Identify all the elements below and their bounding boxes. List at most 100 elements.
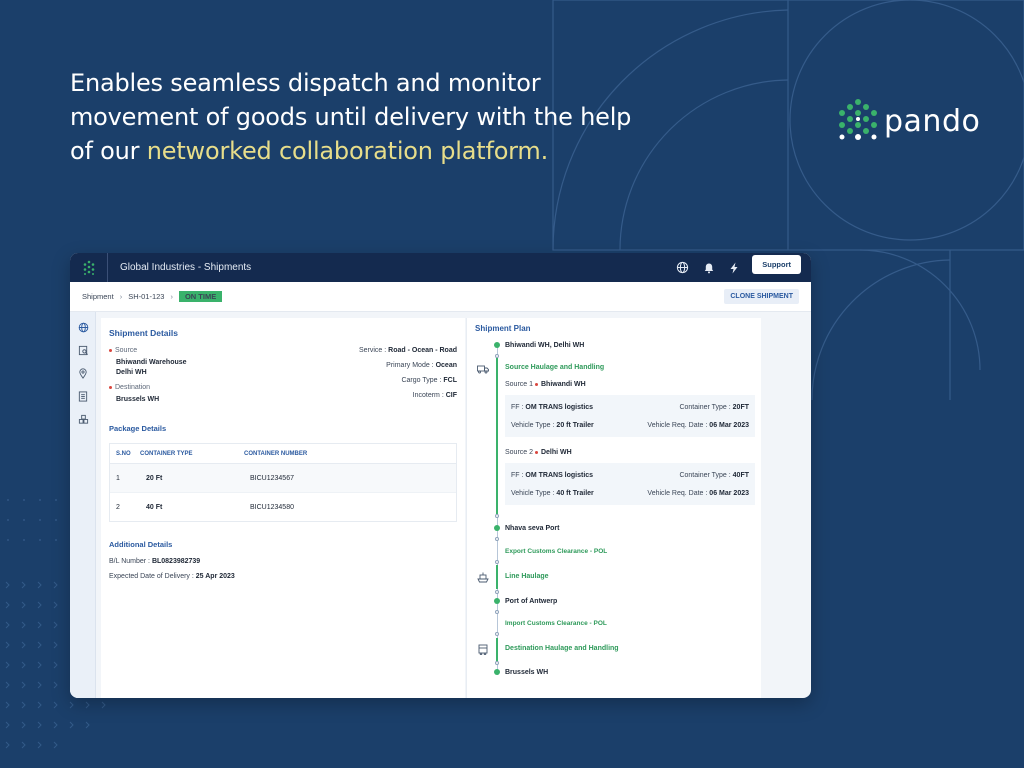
bell-icon[interactable] (703, 262, 715, 274)
breadcrumb-separator-icon: › (170, 292, 173, 301)
timeline-node-hollow (495, 560, 499, 564)
top-bar: Global Industries - Shipments Support (70, 253, 811, 282)
timeline-node-hollow (495, 354, 499, 358)
globe-icon[interactable] (676, 261, 689, 274)
headline: Enables seamless dispatch and monitor mo… (70, 66, 650, 168)
truck-icon (477, 365, 489, 374)
timeline-node (494, 525, 500, 531)
source2-dot-icon (534, 450, 538, 454)
source1-card: FF : OM TRANS logistics Container Type :… (505, 395, 755, 437)
cell-sno: 2 (116, 504, 120, 511)
cell-container-number: BICU1234580 (250, 504, 294, 511)
breadcrumb-shipment-id[interactable]: SH-01-123 (128, 292, 164, 301)
pando-logo: pando (836, 98, 980, 144)
side-rail (70, 312, 96, 698)
card2-vehicle-date: Vehicle Req. Date : 06 Mar 2023 (647, 490, 749, 497)
timeline-node-hollow (495, 661, 499, 665)
source2-row: Source 2 Delhi WH (505, 449, 572, 456)
source-line2: Delhi WH (116, 369, 147, 376)
card2-ff: FF : OM TRANS logistics (511, 472, 594, 479)
incoterm-row: Incoterm : CIF (412, 392, 457, 399)
service-row: Service : Road - Ocean - Road (358, 347, 457, 354)
document-search-icon (78, 345, 88, 355)
table-header: S.NO CONTAINER TYPE CONTAINER NUMBER (110, 444, 456, 464)
destination-dot-icon (109, 385, 112, 389)
rail-item-globe[interactable] (70, 316, 96, 338)
support-button[interactable]: Support (752, 255, 801, 274)
timeline-node (494, 342, 500, 348)
timeline-node (494, 669, 500, 675)
rail-item-location[interactable] (70, 362, 96, 384)
clone-shipment-button[interactable]: CLONE SHIPMENT (724, 289, 799, 304)
card2-vehicle-type: Vehicle Type : 40 ft Trailer (511, 490, 594, 497)
source-dot-icon (109, 348, 112, 352)
rail-item-search[interactable] (70, 339, 96, 361)
edd-row: Expected Date of Delivery : 25 Apr 2023 (109, 573, 235, 580)
timeline-node-hollow (495, 632, 499, 636)
cell-sno: 1 (116, 474, 120, 482)
cargo-type-row: Cargo Type : FCL (401, 377, 457, 384)
column-header: S.NO (116, 450, 131, 457)
source1-row: Source 1 Bhiwandi WH (505, 381, 586, 388)
table-row[interactable]: 1 20 Ft BICU1234567 (110, 464, 456, 493)
breadcrumb-root[interactable]: Shipment (82, 292, 114, 301)
export-customs-link[interactable]: Export Customs Clearance - POL (505, 548, 607, 555)
card2-container-type: Container Type : 40FT (679, 472, 749, 479)
source-line1: Bhiwandi Warehouse (116, 359, 187, 366)
bl-number-row: B/L Number : BL0823982739 (109, 558, 201, 565)
card1-container-type: Container Type : 20FT (679, 404, 749, 411)
timeline-node-hollow (495, 514, 499, 518)
container-icon (478, 644, 488, 655)
rail-item-list[interactable] (70, 385, 96, 407)
ship-icon (477, 572, 489, 583)
timeline-segment-source (496, 358, 498, 514)
additional-details-title: Additional Details (109, 540, 173, 549)
package-table: S.NO CONTAINER TYPE CONTAINER NUMBER 1 2… (109, 443, 457, 522)
destination-label: Destination (109, 384, 150, 391)
logo-text: pando (884, 103, 981, 139)
plan-destination: Brussels WH (505, 669, 549, 676)
plan-origin: Bhiwandi WH, Delhi WH (505, 342, 585, 349)
cell-container-type: 20 Ft (146, 474, 163, 482)
cell-container-type: 40 Ft (146, 504, 163, 511)
app-logo-icon[interactable] (70, 253, 108, 282)
destination-value: Brussels WH (116, 396, 160, 403)
topbar-actions (676, 253, 739, 282)
column-header: CONTAINER TYPE (140, 450, 193, 457)
shipment-plan-panel: Shipment Plan Bhiwandi WH, Delhi WH Sour… (466, 318, 761, 698)
timeline-node-hollow (495, 537, 499, 541)
lightning-icon[interactable] (729, 262, 739, 274)
shipment-plan-title: Shipment Plan (475, 324, 531, 333)
boxes-icon (78, 414, 88, 424)
timeline-node-hollow (495, 610, 499, 614)
timeline-segment-destination (496, 638, 498, 662)
source2-card: FF : OM TRANS logistics Container Type :… (505, 463, 755, 505)
import-customs-link[interactable]: Import Customs Clearance - POL (505, 620, 607, 627)
shipment-details-panel: Shipment Details Source Bhiwandi Warehou… (101, 318, 465, 698)
destination-haulage-link[interactable]: Destination Haulage and Handling (505, 645, 619, 652)
status-badge: ON TIME (178, 291, 223, 302)
column-header: CONTAINER NUMBER (244, 450, 308, 457)
rail-item-boxes[interactable] (70, 408, 96, 430)
breadcrumb-separator-icon: › (119, 292, 123, 301)
card1-ff: FF : OM TRANS logistics (511, 404, 594, 411)
timeline-node-hollow (495, 590, 499, 594)
headline-highlight: networked collaboration platform. (146, 137, 549, 165)
timeline-node (494, 598, 500, 604)
source1-dot-icon (534, 382, 538, 386)
app-title: Global Industries - Shipments (120, 262, 252, 273)
dotted-hexagon-logo-icon (839, 99, 877, 140)
list-icon (78, 390, 88, 402)
app-window: Global Industries - Shipments Support Sh… (70, 253, 811, 698)
timeline-segment-line (496, 565, 498, 589)
location-pin-icon (79, 367, 87, 379)
card1-vehicle-date: Vehicle Req. Date : 06 Mar 2023 (647, 422, 749, 429)
shipment-details-title: Shipment Details (109, 328, 178, 338)
line-haulage-link[interactable]: Line Haulage (505, 573, 549, 580)
globe-icon (78, 322, 88, 332)
table-row[interactable]: 2 40 Ft BICU1234580 (110, 493, 456, 522)
cell-container-number: BICU1234567 (250, 474, 294, 482)
source-haulage-link[interactable]: Source Haulage and Handling (505, 364, 604, 371)
plan-port1: Nhava seva Port (505, 525, 560, 532)
package-details-title: Package Details (109, 424, 167, 433)
